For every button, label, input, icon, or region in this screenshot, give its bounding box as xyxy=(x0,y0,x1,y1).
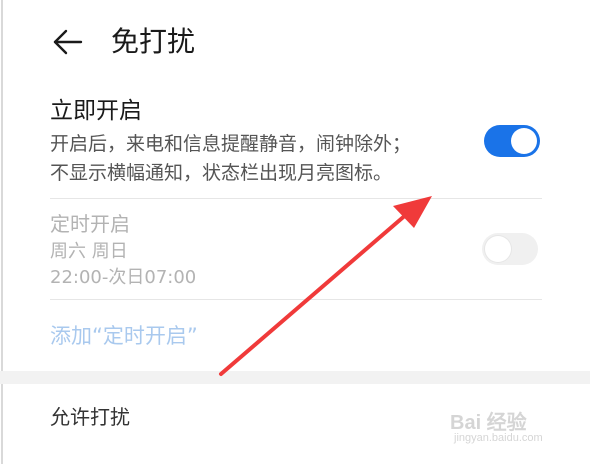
section-separator xyxy=(0,371,590,384)
divider xyxy=(50,299,542,300)
back-arrow-icon[interactable] xyxy=(50,24,86,60)
toggle-knob xyxy=(485,236,511,262)
scheduled-time-range: 22:00-次日07:00 xyxy=(50,267,197,288)
immediate-enable-title: 立即开启 xyxy=(50,98,142,124)
add-schedule-link[interactable]: 添加“定时开启” xyxy=(50,321,198,351)
scheduled-enable-title: 定时开启 xyxy=(50,212,130,236)
immediate-enable-desc-line1: 开启后，来电和信息提醒静音，闹钟除外； xyxy=(50,133,412,155)
scheduled-days: 周六 周日 xyxy=(50,241,128,262)
allow-interruptions-item[interactable]: 允许打扰 xyxy=(50,403,130,431)
scheduled-enable-toggle[interactable] xyxy=(482,233,538,265)
page-title: 免打扰 xyxy=(111,25,196,58)
watermark-brand: Bai 经验 xyxy=(450,412,527,434)
screen-edge-line xyxy=(1,0,3,464)
do-not-disturb-screen: 免打扰 立即开启 开启后，来电和信息提醒静音，闹钟除外； 不显示横幅通知，状态栏… xyxy=(0,0,590,464)
immediate-enable-desc-line2: 不显示横幅通知，状态栏出现月亮图标。 xyxy=(50,162,393,184)
toggle-knob xyxy=(511,128,537,154)
immediate-enable-toggle[interactable] xyxy=(484,125,540,157)
watermark-url: jingyan.baidu.com xyxy=(454,432,543,444)
watermark-logo: Bai 经验 jingyan.baidu.com xyxy=(450,406,580,456)
divider xyxy=(50,198,542,199)
